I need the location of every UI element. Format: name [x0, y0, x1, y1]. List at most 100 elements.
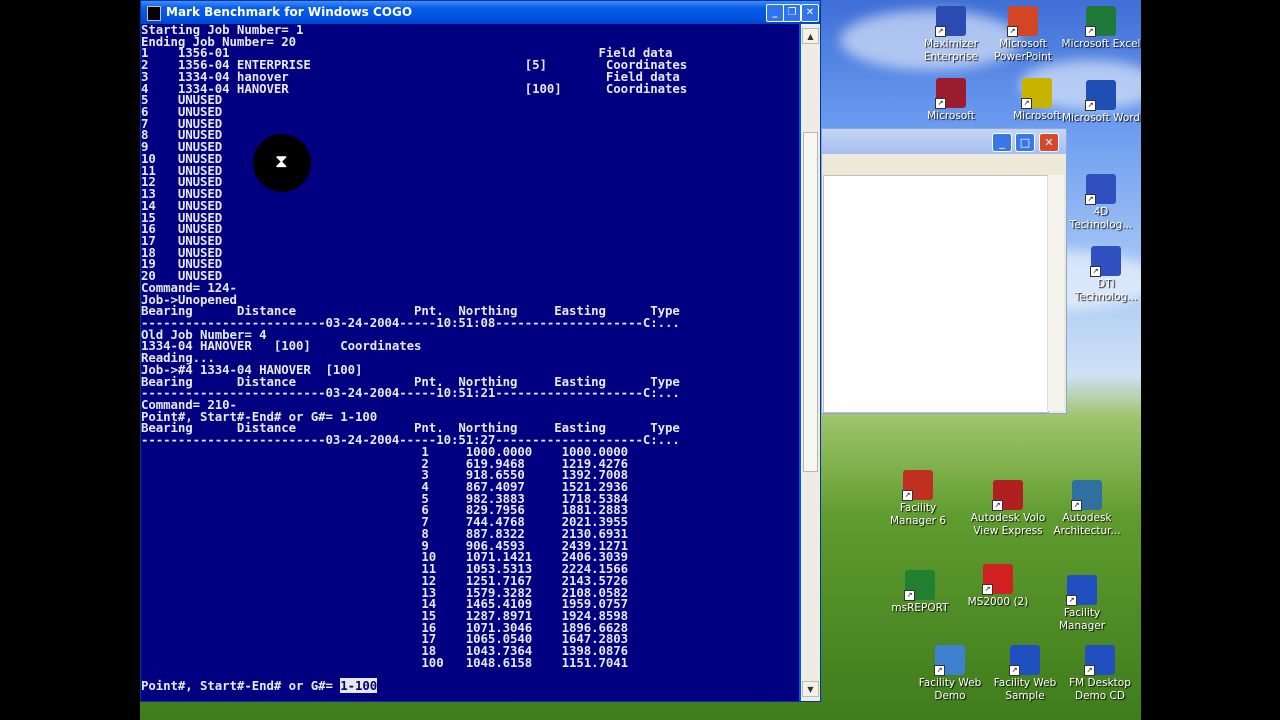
- fw-icon: ↗: [1009, 645, 1040, 676]
- word-icon: ↗: [1085, 80, 1116, 111]
- minimize-button[interactable]: _: [766, 4, 784, 22]
- shortcut-arrow-icon: ↗: [982, 584, 993, 595]
- msreport-icon: ↗: [904, 570, 935, 601]
- shortcut-arrow-icon: ↗: [1021, 98, 1032, 109]
- scroll-down-arrow-icon[interactable]: ▼: [802, 681, 819, 697]
- close-button[interactable]: ✕: [1039, 133, 1059, 152]
- desktop-shortcut[interactable]: ↗ Autodesk Architectur...: [1047, 480, 1127, 538]
- maximizer-icon: ↗: [935, 6, 966, 37]
- desktop-shortcut[interactable]: ↗ DTI Technolog...: [1066, 246, 1141, 304]
- shortcut-arrow-icon: ↗: [1071, 500, 1082, 511]
- powerpoint-icon: ↗: [1007, 6, 1038, 37]
- facility-web-demo-icon: ↗: [934, 645, 965, 676]
- desktop-shortcut-label: Maximizer Enterprise: [923, 38, 979, 63]
- maximize-button[interactable]: □: [1015, 133, 1035, 152]
- console-line: Command= 124-: [141, 279, 237, 295]
- hourglass-cursor-icon: ⧗: [253, 134, 311, 192]
- desktop-shortcut[interactable]: ↗ Microsoft Word: [1061, 80, 1141, 125]
- desktop-shortcut-label: Facility Manager 6: [889, 502, 947, 527]
- desktop-shortcut-label: Microsoft Word: [1061, 112, 1141, 124]
- publisher-icon: ↗: [1021, 78, 1052, 109]
- facility-manager-icon: ↗: [902, 470, 933, 501]
- scroll-up-arrow-icon[interactable]: ▲: [802, 28, 819, 44]
- console-line: 15 UNUSED: [141, 209, 223, 225]
- autodesk-architecture-icon: ↗: [1071, 480, 1102, 511]
- console-titlebar[interactable]: Mark Benchmark for Windows COGO _ ❐ ✕: [141, 1, 820, 24]
- shortcut-arrow-icon: ↗: [1085, 26, 1096, 37]
- console-app-icon[interactable]: [147, 6, 161, 21]
- desktop-shortcut-label: Microsoft Excel: [1061, 38, 1141, 50]
- desktop-shortcut[interactable]: ↗ Facility Web Demo: [910, 645, 990, 703]
- volo-view-icon: ↗: [992, 480, 1023, 511]
- desktop-shortcut-label: Facility Web Demo: [918, 677, 982, 702]
- desktop-shortcut[interactable]: ↗ MS2000 (2): [958, 564, 1038, 609]
- desktop-shortcut-label: Autodesk Volo View Express: [970, 512, 1046, 537]
- shortcut-arrow-icon: ↗: [1007, 26, 1018, 37]
- shortcut-arrow-icon: ↗: [904, 590, 915, 601]
- desktop-shortcut-label: msREPORT: [891, 602, 949, 614]
- console-line: 18 UNUSED: [141, 244, 223, 260]
- shortcut-arrow-icon: ↗: [992, 500, 1003, 511]
- console-line: 16 UNUSED: [141, 221, 223, 237]
- scroll-thumb[interactable]: [803, 132, 818, 472]
- console-line: 13 UNUSED: [141, 186, 223, 202]
- desktop-shortcut[interactable]: ↗ Facility Web Sample: [985, 645, 1065, 703]
- desktop-shortcut[interactable]: ↗ msREPORT: [880, 570, 960, 615]
- desktop-shortcut[interactable]: ↗ Maximizer Enterprise: [911, 6, 991, 64]
- desktop-shortcut-label: Microsoft: [927, 110, 975, 122]
- window-title: Mark Benchmark for Windows COGO: [166, 5, 413, 19]
- 4d-technology-icon: ↗: [1085, 174, 1116, 205]
- shortcut-arrow-icon: ↗: [935, 98, 946, 109]
- shortcut-arrow-icon: ↗: [1066, 595, 1077, 606]
- console-text: Starting Job Number= 1 Ending Job Number=…: [141, 24, 799, 694]
- prompt-input[interactable]: 1-100: [340, 678, 377, 694]
- console-line: -------------------------03-24-2004-----…: [141, 385, 680, 401]
- console-vertical-scrollbar[interactable]: ▲ ▼: [801, 24, 820, 701]
- desktop-shortcut[interactable]: ↗ Microsoft: [911, 78, 991, 123]
- background-window-titlebar[interactable]: _ □ ✕: [822, 129, 1066, 154]
- prompt-label: Point#, Start#-End# or G#=: [141, 678, 341, 694]
- console-line: 19 UNUSED: [141, 256, 223, 272]
- desktop-shortcut-label: Microsoft PowerPoint: [994, 38, 1052, 63]
- ms2000-icon: ↗: [982, 564, 1013, 595]
- console-output-area[interactable]: Starting Job Number= 1 Ending Job Number=…: [141, 24, 799, 701]
- console-line: 12 UNUSED: [141, 174, 223, 190]
- background-window[interactable]: _ □ ✕: [821, 128, 1067, 414]
- desktop-shortcut-label: Facility Manager: [1058, 607, 1106, 632]
- console-line: 8 UNUSED: [141, 127, 223, 143]
- access-icon: ↗: [935, 78, 966, 109]
- console-prompt-line[interactable]: Point#, Start#-End# or G#= 1-100: [141, 678, 799, 694]
- desktop-shortcut-label: 4D Technolog...: [1069, 206, 1133, 231]
- shortcut-arrow-icon: ↗: [1090, 266, 1101, 277]
- shortcut-arrow-icon: ↗: [1084, 665, 1095, 676]
- restore-button[interactable]: ❐: [783, 4, 801, 22]
- shortcut-arrow-icon: ↗: [1085, 100, 1096, 111]
- console-line: 11 UNUSED: [141, 162, 223, 178]
- console-line: 17 UNUSED: [141, 232, 223, 248]
- desktop-shortcut-label: DTI Technolog...: [1074, 278, 1138, 303]
- background-window-content[interactable]: [823, 175, 1049, 413]
- desktop-shortcut[interactable]: ↗ 4D Technolog...: [1061, 174, 1141, 232]
- desktop-shortcut-label: FM Desktop Demo CD: [1069, 677, 1131, 702]
- desktop-shortcut[interactable]: ↗ Facility Manager: [1042, 575, 1122, 633]
- excel-icon: ↗: [1085, 6, 1116, 37]
- cogo-console-window[interactable]: Mark Benchmark for Windows COGO _ ❐ ✕ St…: [140, 0, 821, 702]
- dti-technology-icon: ↗: [1090, 246, 1121, 277]
- console-line: 5 UNUSED: [141, 92, 223, 108]
- console-line: 9 UNUSED: [141, 139, 223, 155]
- shortcut-arrow-icon: ↗: [902, 490, 913, 501]
- desktop-shortcut[interactable]: ↗ FM Desktop Demo CD: [1060, 645, 1140, 703]
- desktop-shortcut[interactable]: ↗ Microsoft Excel: [1061, 6, 1141, 51]
- shortcut-arrow-icon: ↗: [934, 665, 945, 676]
- desktop-shortcut[interactable]: ↗ Microsoft PowerPoint: [983, 6, 1063, 64]
- desktop-shortcut-label: MS2000 (2): [967, 596, 1029, 608]
- console-line: 1334-04 HANOVER [100] Coordinates: [141, 338, 422, 354]
- console-line: 20 UNUSED: [141, 268, 223, 284]
- desktop-shortcut[interactable]: ↗ Facility Manager 6: [878, 470, 958, 528]
- desktop-shortcut-label: Autodesk Architectur...: [1053, 512, 1121, 537]
- minimize-button[interactable]: _: [992, 133, 1012, 152]
- desktop-shortcut[interactable]: ↗ Autodesk Volo View Express: [968, 480, 1048, 538]
- close-button[interactable]: ✕: [801, 4, 819, 22]
- desktop: _ □ ✕ ↗ Maximizer Enterprise ↗ Microsoft Po…: [140, 0, 1141, 720]
- fm-icon: ↗: [1066, 575, 1097, 606]
